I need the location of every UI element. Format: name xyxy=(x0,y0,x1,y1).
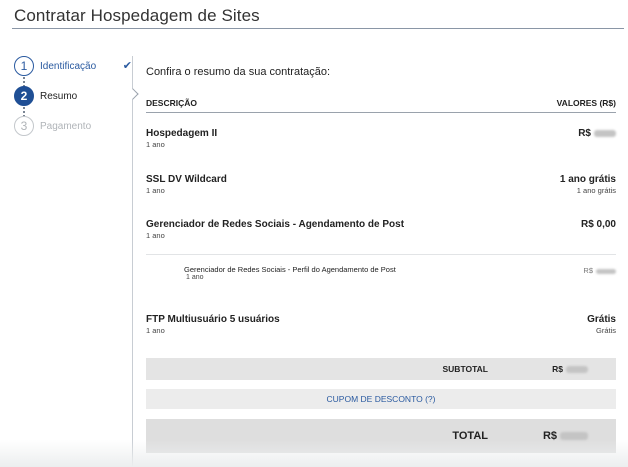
item-name: Gerenciador de Redes Sociais - Agendamen… xyxy=(146,219,405,230)
item-name: FTP Multiusuário 5 usuários xyxy=(146,314,280,325)
bottom-shadow xyxy=(0,440,628,467)
list-item: FTP Multiusuário 5 usuários 1 ano Grátis… xyxy=(146,314,616,335)
item-value: R$ 0,00 xyxy=(580,219,616,230)
sidebar-divider xyxy=(132,56,133,467)
step-identificacao[interactable]: 1 Identificação ✔ xyxy=(14,56,132,76)
subtotal-row: SUBTOTAL R$ xyxy=(146,358,616,380)
blurred-value xyxy=(594,129,616,137)
column-header-description: DESCRIÇÃO xyxy=(146,98,198,108)
page-title: Contratar Hospedagem de Sites xyxy=(14,6,260,25)
step-number-circle: 3 xyxy=(14,116,34,136)
step-number-circle: 1 xyxy=(14,56,34,76)
sub-item-name: Gerenciador de Redes Sociais - Perfil do… xyxy=(184,265,396,274)
subtotal-label: SUBTOTAL xyxy=(442,364,489,374)
item-value: 1 ano grátis xyxy=(559,174,616,185)
item-value-currency: R$ xyxy=(578,128,591,139)
step-pagamento: 3 Pagamento xyxy=(14,116,132,136)
item-value: Grátis xyxy=(587,314,616,325)
column-header-values: VALORES (R$) xyxy=(556,98,616,108)
sub-item-period: 1 ano xyxy=(186,274,204,281)
subtotal-currency: R$ xyxy=(552,364,563,374)
item-period: 1 ano xyxy=(146,186,165,195)
item-value-currency: R$ xyxy=(583,266,593,275)
blurred-value xyxy=(596,268,616,274)
step-resumo: 2 Resumo xyxy=(14,86,132,106)
item-period: 1 ano xyxy=(146,326,165,335)
blurred-value xyxy=(566,366,588,374)
item-name: SSL DV Wildcard xyxy=(146,174,227,185)
summary-intro: Confira o resumo da sua contratação: xyxy=(146,66,331,78)
list-item: Hospedagem II 1 ano R$ xyxy=(146,128,616,149)
list-item: SSL DV Wildcard 1 ano 1 ano grátis 1 ano… xyxy=(146,174,616,195)
subtotal-value: R$ xyxy=(552,364,588,374)
step-label: Resumo xyxy=(40,90,78,102)
step-label: Pagamento xyxy=(40,120,92,132)
step-number-circle: 2 xyxy=(14,86,34,106)
coupon-row: CUPOM DE DESCONTO (?) xyxy=(146,389,616,409)
item-name: Hospedagem II xyxy=(146,128,218,139)
title-divider xyxy=(12,28,624,29)
item-period: 1 ano xyxy=(146,231,165,240)
sub-list-item: Gerenciador de Redes Sociais - Perfil do… xyxy=(184,265,616,281)
coupon-link[interactable]: CUPOM DE DESCONTO (?) xyxy=(146,394,616,404)
sub-item-value: R$ xyxy=(583,266,616,275)
row-divider xyxy=(146,254,616,255)
checkmark-icon: ✔ xyxy=(122,60,132,72)
item-value-sub: Grátis xyxy=(595,326,616,335)
table-header-divider xyxy=(146,112,616,113)
item-value-sub: 1 ano grátis xyxy=(576,186,616,195)
blurred-value xyxy=(560,432,588,441)
list-item: Gerenciador de Redes Sociais - Agendamen… xyxy=(146,219,616,240)
item-period: 1 ano xyxy=(146,140,165,149)
step-label: Identificação xyxy=(40,60,97,72)
item-value: R$ xyxy=(578,128,616,139)
